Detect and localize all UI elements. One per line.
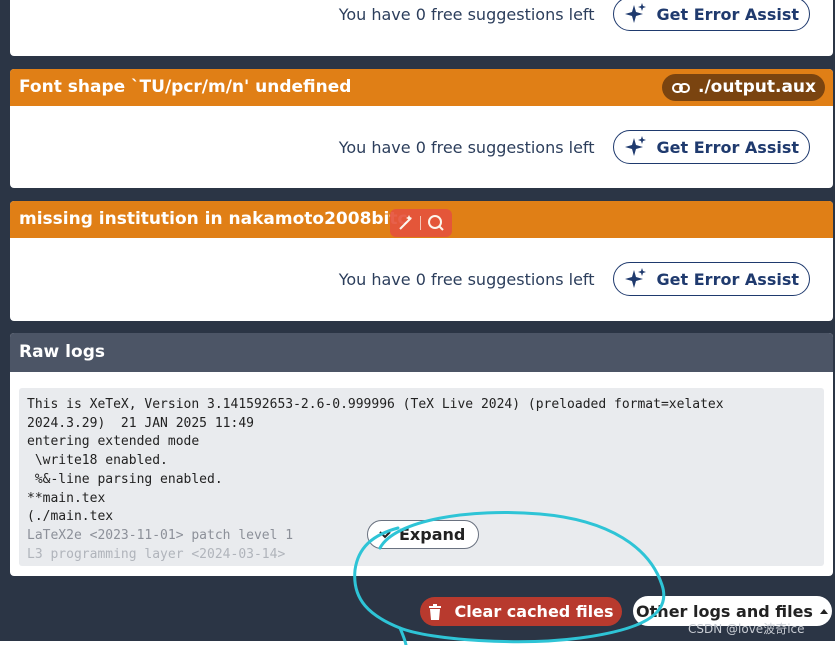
suggestions-row: You have 0 free suggestions left Get Err… — [339, 130, 810, 164]
watermark-text: CSDN @love波奇ice — [688, 622, 805, 636]
suggestions-row: You have 0 free suggestions left Get Err… — [339, 262, 810, 296]
clear-cached-files-button[interactable]: Clear cached files — [420, 597, 622, 626]
expand-logs-button[interactable]: Expand — [367, 520, 480, 549]
footer-strip — [0, 641, 835, 645]
get-error-assist-label: Get Error Assist — [656, 269, 799, 289]
log-line: This is XeTeX, Version 3.141592653-2.6-0… — [27, 397, 724, 412]
log-line: entering extended mode — [27, 434, 200, 450]
raw-logs-title: Raw logs — [10, 333, 833, 372]
trash-icon — [429, 603, 442, 620]
link-icon — [672, 82, 691, 93]
error-card-0: You have 0 free suggestions left Get Err… — [10, 0, 833, 56]
log-line: 2024.3.29) 21 JAN 2025 11:49 — [27, 415, 254, 431]
sparkle-icon — [624, 136, 646, 156]
error-card-1: Font shape `TU/pcr/m/n' undefined ./outp… — [10, 69, 833, 188]
get-error-assist-label: Get Error Assist — [656, 4, 799, 24]
raw-logs-panel: Raw logs This is XeTeX, Version 3.141592… — [10, 333, 833, 576]
clear-cached-files-label: Clear cached files — [454, 602, 614, 621]
suggestions-left-text: You have 0 free suggestions left — [338, 269, 595, 289]
magic-wand-icon[interactable] — [397, 214, 415, 232]
get-error-assist-button[interactable]: Get Error Assist — [612, 0, 810, 31]
file-link-label: ./output.aux — [698, 77, 816, 97]
file-link-badge[interactable]: ./output.aux — [662, 74, 825, 101]
get-error-assist-label: Get Error Assist — [656, 137, 799, 157]
warning-header: Font shape `TU/pcr/m/n' undefined ./outp… — [10, 69, 833, 106]
search-icon[interactable] — [427, 214, 445, 232]
sparkle-icon — [624, 268, 646, 288]
suggestions-left-text: You have 0 free suggestions left — [338, 137, 595, 157]
expand-label: Expand — [399, 525, 466, 544]
suggestions-left-text: You have 0 free suggestions left — [338, 4, 595, 24]
suggestions-row: You have 0 free suggestions left Get Err… — [339, 0, 810, 31]
get-error-assist-button[interactable]: Get Error Assist — [612, 130, 810, 164]
warning-title: Font shape `TU/pcr/m/n' undefined — [19, 77, 352, 97]
log-line: \write18 enabled. — [27, 453, 168, 469]
toolbar-divider — [420, 216, 422, 230]
caret-up-icon — [819, 609, 828, 614]
log-line: **main.tex — [27, 490, 106, 506]
chevron-down-icon — [379, 530, 391, 538]
get-error-assist-button[interactable]: Get Error Assist — [612, 262, 810, 296]
sparkle-icon — [624, 3, 646, 23]
other-logs-label: Other logs and files — [636, 601, 813, 621]
selection-toolbar[interactable] — [390, 209, 452, 237]
warning-title: missing institution in nakamoto2008bitc — [19, 209, 408, 229]
log-line: %&-line parsing enabled. — [27, 471, 223, 487]
